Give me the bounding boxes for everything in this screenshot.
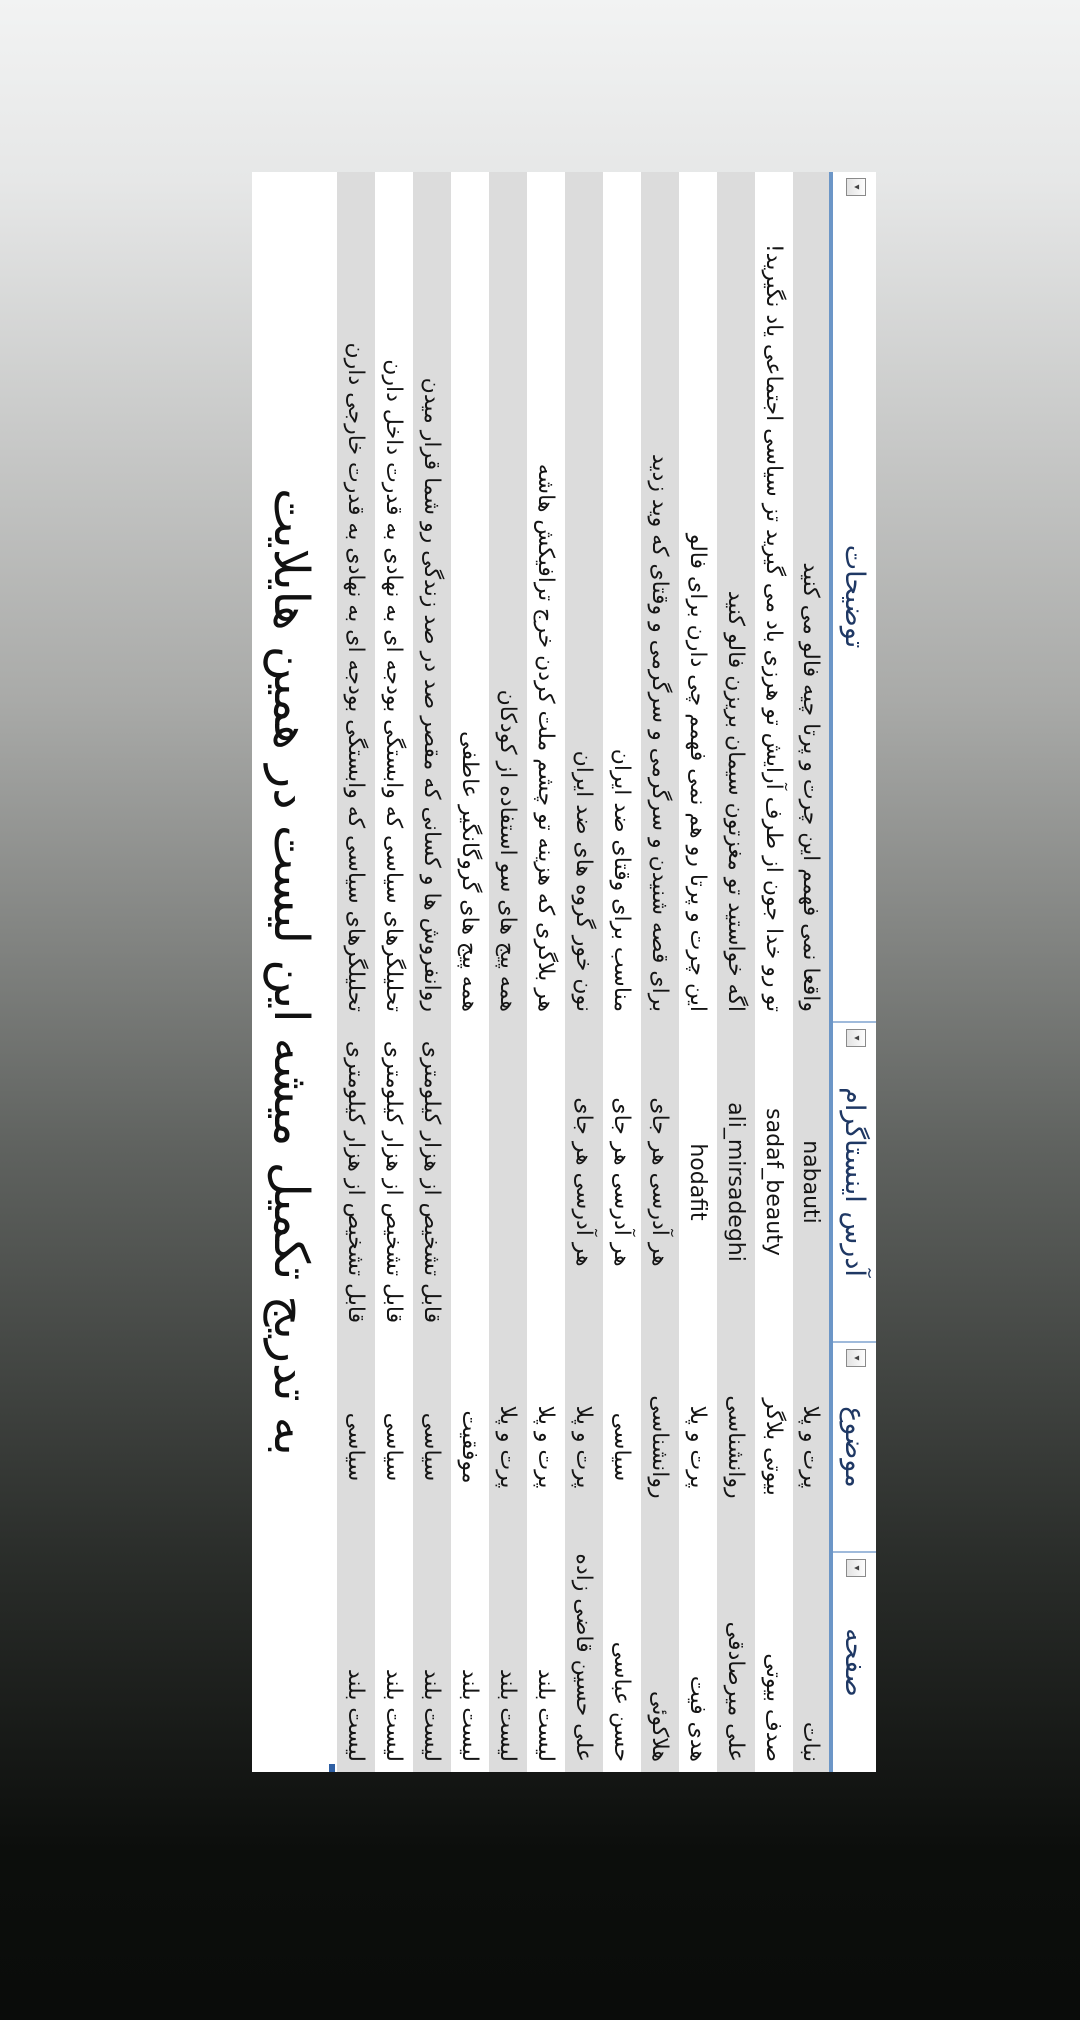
- header-description-label: توضیحات: [839, 544, 870, 649]
- header-page-label: صفحه: [839, 1628, 870, 1697]
- cell-topic[interactable]: سیاسی: [375, 1342, 413, 1552]
- cell-description[interactable]: نون خور گروه های ضد ایران: [565, 172, 603, 1022]
- rotated-sheet-content: صفحه ▾ موضوع ▾ آدرس اینستاگرام ▾ توضیحات…: [252, 172, 876, 1772]
- header-row: صفحه ▾ موضوع ▾ آدرس اینستاگرام ▾ توضیحات…: [831, 172, 876, 1772]
- filter-dropdown-icon[interactable]: ▾: [846, 1559, 866, 1577]
- cell-instagram[interactable]: [489, 1022, 527, 1342]
- cell-instagram[interactable]: هر آدرسی هر جای: [565, 1022, 603, 1342]
- header-page: صفحه ▾: [831, 1552, 876, 1772]
- table-row: علی حسین قاضی زاده پرت و پلا هر آدرسی هر ج…: [565, 172, 603, 1772]
- table-row: لیست بلند سیاسی قابل تشخیص از هزار کیلومتر…: [337, 172, 375, 1772]
- header-topic-label: موضوع: [839, 1406, 870, 1488]
- cell-instagram[interactable]: قابل تشخیص از هزار کیلومتری: [413, 1022, 451, 1342]
- cell-page[interactable]: علی میرصادقی: [717, 1552, 755, 1772]
- table-row: لیست بلند سیاسی قابل تشخیص از هزار کیلومتر…: [375, 172, 413, 1772]
- table-row: هلاکوئی روانشناسی هر آدرسی هر جای برای قصه …: [641, 172, 679, 1772]
- cell-page[interactable]: صدف بیوتی: [755, 1552, 793, 1772]
- header-topic: موضوع ▾: [831, 1342, 876, 1552]
- cell-description[interactable]: مناسب برای وقتای ضد ایران: [603, 172, 641, 1022]
- caption-text: به تدریج تکمیل میشه این لیست در همین های…: [252, 172, 329, 1772]
- table-row: لیست بلند پرت و پلا همه پیج های سو استفاده…: [489, 172, 527, 1772]
- table-row: حسن عباسی سیاسی هر آدرسی هر جای مناسب برای …: [603, 172, 641, 1772]
- cell-page[interactable]: لیست بلند: [489, 1552, 527, 1772]
- cell-page[interactable]: لیست بلند: [375, 1552, 413, 1772]
- cell-topic[interactable]: سیاسی: [337, 1342, 375, 1552]
- cell-page[interactable]: لیست بلند: [527, 1552, 565, 1772]
- cell-instagram[interactable]: هر آدرسی هر جای: [641, 1022, 679, 1342]
- cell-topic[interactable]: پرت و پلا: [489, 1342, 527, 1552]
- cell-instagram[interactable]: [451, 1022, 489, 1342]
- cell-topic[interactable]: پرت و پلا: [679, 1342, 717, 1552]
- cell-page[interactable]: هلاکوئی: [641, 1552, 679, 1772]
- cell-description[interactable]: تو رو خدا جون از طرف آرایش تو هرزی باد م…: [755, 172, 793, 1022]
- cell-page[interactable]: نبات: [793, 1552, 831, 1772]
- cell-topic[interactable]: پرت و پلا: [793, 1342, 831, 1552]
- spreadsheet-photo: صفحه ▾ موضوع ▾ آدرس اینستاگرام ▾ توضیحات…: [252, 172, 876, 1772]
- table-row: لیست بلند پرت و پلا هر بلاگری که هزینه تو …: [527, 172, 565, 1772]
- cell-description[interactable]: هر بلاگری که هزینه تو چشم ملت کردن خرج ت…: [527, 172, 565, 1022]
- header-description: توضیحات ▾: [831, 172, 876, 1022]
- table-row: نبات پرت و پلا nabauti واقعا نمی فهمم این چ…: [793, 172, 831, 1772]
- header-instagram: آدرس اینستاگرام ▾: [831, 1022, 876, 1342]
- cell-page[interactable]: حسن عباسی: [603, 1552, 641, 1772]
- cell-page[interactable]: لیست بلند: [337, 1552, 375, 1772]
- cell-instagram[interactable]: nabauti: [793, 1022, 831, 1342]
- filter-dropdown-icon[interactable]: ▾: [846, 1349, 866, 1367]
- cell-instagram[interactable]: [527, 1022, 565, 1342]
- cell-description[interactable]: این چرت و پرتا رو هم نمی فهمم چی دارن بر…: [679, 172, 717, 1022]
- cell-topic[interactable]: پرت و پلا: [565, 1342, 603, 1552]
- cell-topic[interactable]: پرت و پلا: [527, 1342, 565, 1552]
- cell-page[interactable]: هدی فیت: [679, 1552, 717, 1772]
- table-row: لیست بلند موفقیت همه پیج های گروگانگیر عاط…: [451, 172, 489, 1772]
- cell-description[interactable]: تحلیلگرهای سیاسی که وابستگی بودجه ای به …: [375, 172, 413, 1022]
- cell-topic[interactable]: روانشناسی: [717, 1342, 755, 1552]
- header-instagram-label: آدرس اینستاگرام: [839, 1087, 870, 1277]
- cell-instagram[interactable]: hodafit: [679, 1022, 717, 1342]
- cell-instagram[interactable]: هر آدرسی هر جای: [603, 1022, 641, 1342]
- table-row: علی میرصادقی روانشناسی ali_mirsadeghi اگه خ…: [717, 172, 755, 1772]
- cell-instagram[interactable]: قابل تشخیص از هزار کیلومتری: [375, 1022, 413, 1342]
- cell-description[interactable]: روانفروش ها و کسانی که مقصر صد در صد زند…: [413, 172, 451, 1022]
- table-area: صفحه ▾ موضوع ▾ آدرس اینستاگرام ▾ توضیحات…: [327, 172, 876, 1772]
- cell-description[interactable]: همه پیج های گروگانگیر عاطفی: [451, 172, 489, 1022]
- cell-instagram[interactable]: ali_mirsadeghi: [717, 1022, 755, 1342]
- cell-page[interactable]: لیست بلند: [413, 1552, 451, 1772]
- cell-description[interactable]: برای قصه شنیدن و سرگرمی و سرگرمی و وقتای…: [641, 172, 679, 1022]
- filter-dropdown-icon[interactable]: ▾: [846, 1029, 866, 1047]
- cell-description[interactable]: تحلیلگرهای سیاسی که وابستگی بودجه ای به …: [337, 172, 375, 1022]
- filter-dropdown-icon[interactable]: ▾: [846, 178, 866, 196]
- cell-description[interactable]: واقعا نمی فهمم این چرت و پرتا چیه فالو م…: [793, 172, 831, 1022]
- cell-description[interactable]: اگه خواستید تو مغزتون سیمان بریزن فالو ک…: [717, 172, 755, 1022]
- cell-page[interactable]: علی حسین قاضی زاده: [565, 1552, 603, 1772]
- cell-instagram[interactable]: sadaf_beauty: [755, 1022, 793, 1342]
- cell-topic[interactable]: بیوتی بلاگر: [755, 1342, 793, 1552]
- cell-topic[interactable]: روانشناسی: [641, 1342, 679, 1552]
- cell-instagram[interactable]: قابل تشخیص از هزار کیلومتری: [337, 1022, 375, 1342]
- table-row: لیست بلند سیاسی قابل تشخیص از هزار کیلومتر…: [413, 172, 451, 1772]
- pages-table: صفحه ▾ موضوع ▾ آدرس اینستاگرام ▾ توضیحات…: [337, 172, 876, 1772]
- cell-description[interactable]: همه پیج های سو استفاده از کودکان: [489, 172, 527, 1022]
- cell-topic[interactable]: موفقیت: [451, 1342, 489, 1552]
- table-row: هدی فیت پرت و پلا hodafit این چرت و پرتا رو…: [679, 172, 717, 1772]
- table-row: صدف بیوتی بیوتی بلاگر sadaf_beauty تو رو خد…: [755, 172, 793, 1772]
- cell-page[interactable]: لیست بلند: [451, 1552, 489, 1772]
- cell-topic[interactable]: سیاسی: [603, 1342, 641, 1552]
- cell-topic[interactable]: سیاسی: [413, 1342, 451, 1552]
